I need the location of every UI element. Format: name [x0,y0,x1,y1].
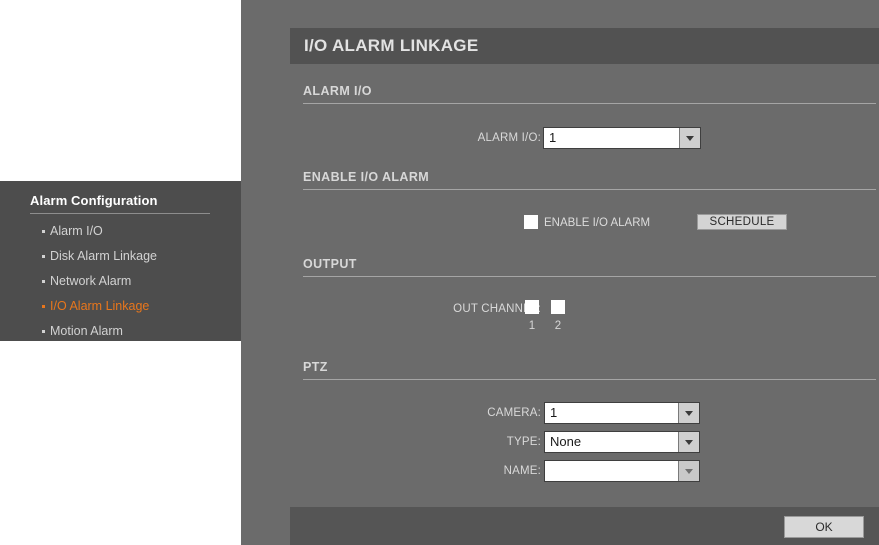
type-label-row: TYPE: [421,431,541,453]
sidebar-item-motion-alarm[interactable]: Motion Alarm [42,319,232,344]
section-title: OUTPUT [303,257,357,271]
section-divider [303,379,876,380]
section-divider [303,103,876,104]
type-label: TYPE: [506,436,541,448]
chevron-down-icon[interactable] [678,403,699,423]
content-pane: I/O ALARM LINKAGE ALARM I/O ALARM I/O: 1… [241,0,879,545]
section-title: ENABLE I/O ALARM [303,170,430,184]
section-divider [303,276,876,277]
name-select[interactable] [544,460,700,482]
sidebar-item-label: I/O Alarm Linkage [50,299,150,313]
camera-select-value: 1 [545,403,678,423]
out-channel-checkbox-2[interactable] [551,300,565,314]
type-select-value: None [545,432,678,452]
name-select-value [545,461,678,481]
sidebar-item-label: Motion Alarm [50,324,123,338]
footer-bar: OK [290,507,879,545]
chevron-down-icon[interactable] [679,128,700,148]
bullet-icon [42,279,45,283]
bullet-icon [42,229,45,233]
section-header-ptz: PTZ [303,360,876,380]
bullet-icon [42,304,45,308]
section-title: PTZ [303,360,328,374]
page-title: I/O ALARM LINKAGE [304,36,479,55]
alarm-io-label-row: ALARM I/O: [421,127,541,149]
schedule-button[interactable]: SCHEDULE [697,214,787,230]
bullet-icon [42,329,45,333]
name-label-row: NAME: [421,460,541,482]
chevron-down-icon[interactable] [678,461,699,481]
sidebar-item-label: Network Alarm [50,274,132,288]
type-select[interactable]: None [544,431,700,453]
chevron-down-icon[interactable] [678,432,699,452]
alarm-io-select-value: 1 [544,128,679,148]
sidebar-item-alarm-io[interactable]: Alarm I/O [42,219,232,244]
enable-io-alarm-checkbox[interactable] [524,215,538,229]
out-channel-number-1: 1 [528,320,536,332]
name-label: NAME: [503,465,541,477]
sidebar-panel: Alarm Configuration Alarm I/O Disk Alarm… [0,181,241,341]
camera-label: CAMERA: [487,407,541,419]
camera-label-row: CAMERA: [421,402,541,424]
sidebar-item-io-alarm-linkage[interactable]: I/O Alarm Linkage [42,294,232,319]
section-header-enable-io-alarm: ENABLE I/O ALARM [303,170,876,190]
enable-io-alarm-label: ENABLE I/O ALARM [544,217,651,229]
sidebar-item-network-alarm[interactable]: Network Alarm [42,269,232,294]
out-channel-label-row: OUT CHANNEL: [411,298,541,320]
page-title-bar: I/O ALARM LINKAGE [290,28,879,64]
ok-button[interactable]: OK [784,516,864,538]
out-channel-number-2: 2 [554,320,562,332]
alarm-io-select[interactable]: 1 [543,127,701,149]
sidebar-item-label: Disk Alarm Linkage [50,249,157,263]
sidebar-divider [30,213,210,214]
bullet-icon [42,254,45,258]
section-title: ALARM I/O [303,84,372,98]
sidebar-title: Alarm Configuration [30,193,158,208]
sidebar-item-label: Alarm I/O [50,224,103,238]
section-header-output: OUTPUT [303,257,876,277]
camera-select[interactable]: 1 [544,402,700,424]
sidebar-item-disk-alarm-linkage[interactable]: Disk Alarm Linkage [42,244,232,269]
left-column: Alarm Configuration Alarm I/O Disk Alarm… [0,0,241,545]
section-divider [303,189,876,190]
section-header-alarm-io: ALARM I/O [303,84,876,104]
out-channel-checkbox-1[interactable] [525,300,539,314]
sidebar-menu: Alarm I/O Disk Alarm Linkage Network Ala… [42,219,232,344]
alarm-io-label: ALARM I/O: [477,132,541,144]
